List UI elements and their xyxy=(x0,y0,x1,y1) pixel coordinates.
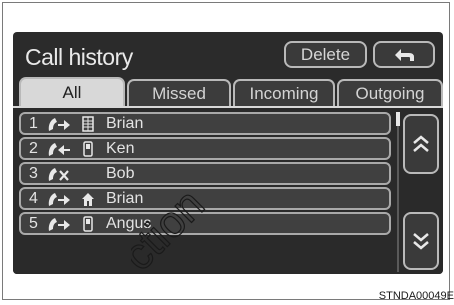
list-item[interactable]: 4 Brian xyxy=(19,187,391,210)
list-item[interactable]: 2 Ken xyxy=(19,137,391,160)
call-list: 1 Brian 2 Ken 3 Bob 4 Brian 5 Angus xyxy=(13,106,443,274)
contact-name: Ken xyxy=(106,140,135,157)
list-item[interactable]: 5 Angus xyxy=(19,212,391,235)
tab-outgoing[interactable]: Outgoing xyxy=(337,79,443,106)
outgoing-call-icon xyxy=(48,218,70,231)
office-phone-icon xyxy=(82,116,94,132)
tab-missed[interactable]: Missed xyxy=(127,79,231,106)
tab-incoming[interactable]: Incoming xyxy=(233,79,335,106)
scroll-up-button[interactable] xyxy=(403,114,439,174)
contact-name: Brian xyxy=(106,190,144,207)
scroll-down-button[interactable] xyxy=(403,212,439,270)
figure-frame: Call history Delete All Missed Incoming … xyxy=(2,2,454,302)
outgoing-call-icon xyxy=(48,118,70,131)
return-arrow-icon xyxy=(395,48,414,61)
missed-call-icon xyxy=(48,168,69,181)
list-item[interactable]: 1 Brian xyxy=(19,112,391,135)
call-number: 3 xyxy=(29,165,38,182)
double-chevron-down-icon xyxy=(413,233,429,250)
mobile-phone-icon xyxy=(83,216,93,232)
outgoing-call-icon xyxy=(48,193,70,206)
call-history-screen: Call history Delete All Missed Incoming … xyxy=(13,32,443,274)
back-button[interactable] xyxy=(373,41,435,68)
figure-caption: STNDA00049E xyxy=(378,290,454,302)
page-title: Call history xyxy=(25,44,133,70)
mobile-phone-icon xyxy=(83,141,93,157)
incoming-call-icon xyxy=(48,143,70,156)
scrollbar-thumb[interactable] xyxy=(396,112,400,126)
tab-all[interactable]: All xyxy=(19,77,125,106)
contact-name: Bob xyxy=(106,165,135,182)
list-item[interactable]: 3 Bob xyxy=(19,162,391,185)
contact-name: Brian xyxy=(106,115,144,132)
call-number: 5 xyxy=(29,215,38,232)
scrollbar-track[interactable] xyxy=(397,126,399,272)
delete-button[interactable]: Delete xyxy=(284,41,367,68)
call-number: 2 xyxy=(29,140,38,157)
contact-name: Angus xyxy=(106,215,152,232)
call-number: 4 xyxy=(29,190,38,207)
call-number: 1 xyxy=(29,115,38,132)
double-chevron-up-icon xyxy=(413,135,429,152)
home-phone-icon xyxy=(82,193,94,206)
